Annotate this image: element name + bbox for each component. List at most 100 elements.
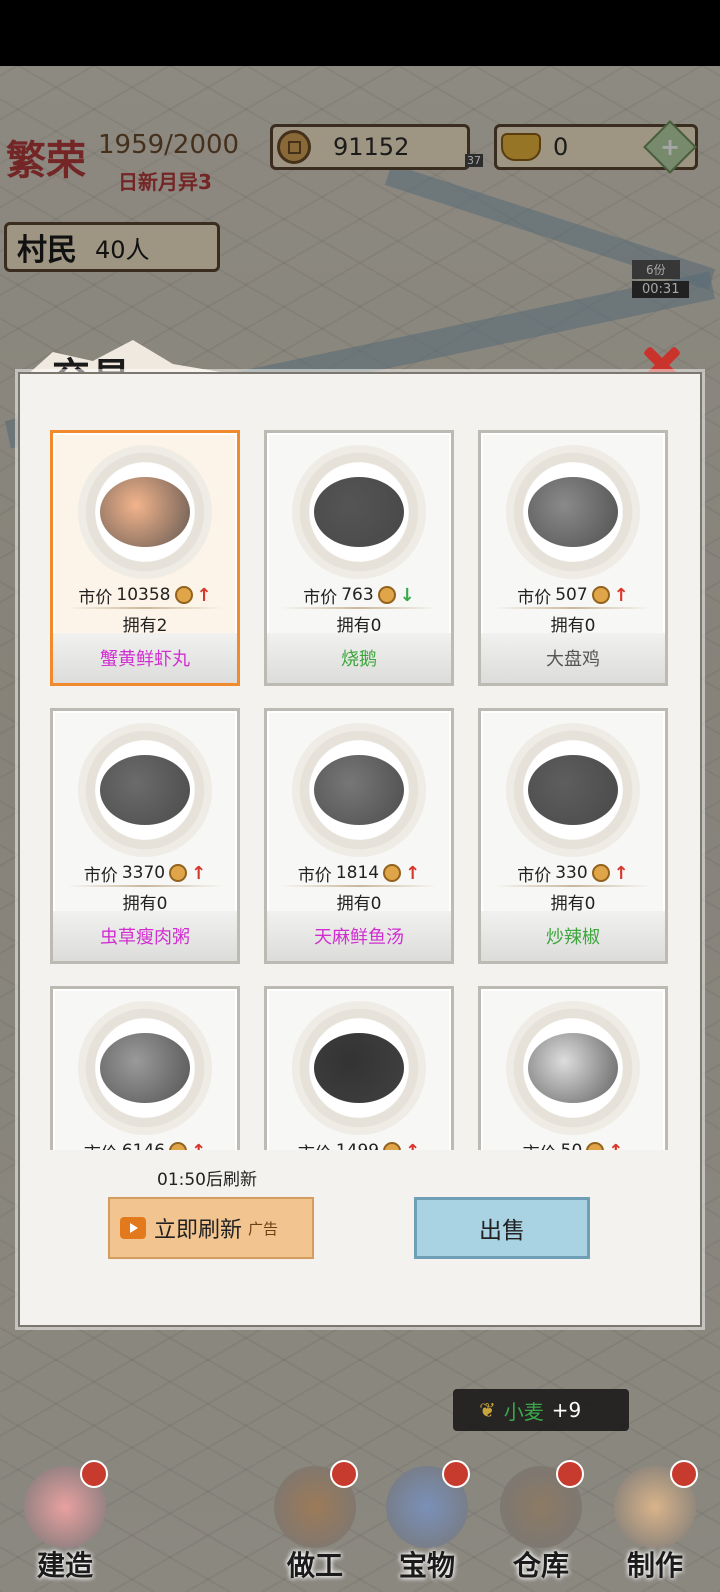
price-value: 10358	[116, 585, 171, 605]
coin-icon	[383, 1142, 402, 1150]
notification-badge	[442, 1460, 470, 1488]
item-name: 蟹黄鲜虾丸	[53, 633, 237, 683]
trade-dialog: 市价 10358 ↑ 拥有2 蟹黄鲜虾丸 市价 763 ↓ 拥有0 烧鹅 市价 507 ↑ 拥有0 大盘鸡市…	[18, 372, 702, 1327]
dish-image	[506, 1001, 640, 1135]
price-row: 市价 763 ↓	[267, 583, 451, 608]
divider	[67, 885, 223, 887]
nav-work[interactable]: 做工	[260, 1450, 370, 1592]
food-image	[528, 1033, 618, 1103]
wheat-icon: ❦	[479, 1398, 496, 1422]
food-image	[314, 477, 404, 547]
food-image	[314, 1033, 404, 1103]
coin-icon	[169, 1142, 188, 1150]
price-row: 市价 10358 ↑	[53, 583, 237, 608]
food-image	[100, 1033, 190, 1103]
notification-badge	[330, 1460, 358, 1488]
price-row: 市价 6146 ↑	[53, 1139, 237, 1150]
item-grid[interactable]: 市价 10358 ↑ 拥有2 蟹黄鲜虾丸 市价 763 ↓ 拥有0 烧鹅 市价 507 ↑ 拥有0 大盘鸡市…	[50, 430, 674, 1150]
coin-icon	[591, 864, 610, 882]
item-card[interactable]: 市价 10358 ↑ 拥有2 蟹黄鲜虾丸	[50, 430, 240, 686]
price-label: 市价	[303, 587, 338, 608]
coin-icon	[383, 864, 402, 882]
dish-image	[292, 723, 426, 857]
item-name: 大盘鸡	[481, 633, 665, 683]
up-arrow-icon: ↑	[405, 1141, 420, 1151]
up-arrow-icon: ↑	[191, 862, 207, 884]
nav-label: 宝物	[398, 1549, 455, 1582]
price-label: 市价	[78, 587, 113, 608]
price-label: 市价	[298, 1139, 332, 1151]
food-image	[100, 477, 190, 547]
nav-label: 制作	[626, 1549, 683, 1582]
item-card[interactable]: 市价 50 ↑	[478, 986, 668, 1150]
divider	[495, 885, 651, 887]
price-value: 50	[561, 1141, 583, 1150]
nav-treasure[interactable]: 宝物	[372, 1450, 482, 1592]
item-card[interactable]: 市价 6146 ↑	[50, 986, 240, 1150]
divider	[281, 607, 437, 609]
price-value: 6146	[122, 1141, 165, 1150]
item-card[interactable]: 市价 1499 ↑	[264, 986, 454, 1150]
video-ad-icon	[120, 1217, 146, 1239]
up-arrow-icon: ↑	[613, 584, 629, 606]
price-row: 市价 1814 ↑	[267, 861, 451, 886]
item-card[interactable]: 市价 1814 ↑ 拥有0 天麻鲜鱼汤	[264, 708, 454, 964]
price-label: 市价	[84, 1139, 118, 1151]
item-card[interactable]: 市价 763 ↓ 拥有0 烧鹅	[264, 430, 454, 686]
status-bar	[0, 0, 720, 66]
toast-amount: +9	[551, 1398, 582, 1422]
coin-icon	[591, 586, 610, 604]
coin-icon	[174, 586, 193, 604]
price-row: 市价 3370 ↑	[53, 861, 237, 886]
coin-icon	[169, 864, 188, 882]
sell-button[interactable]: 出售	[414, 1197, 590, 1259]
price-row: 市价 1499 ↑	[267, 1139, 451, 1150]
food-image	[314, 755, 404, 825]
food-image	[100, 755, 190, 825]
item-name: 烧鹅	[267, 633, 451, 683]
notification-badge	[556, 1460, 584, 1488]
item-card[interactable]: 市价 3370 ↑ 拥有0 虫草瘦肉粥	[50, 708, 240, 964]
bottom-nav: 建造 做工 宝物 仓库 制作	[0, 1450, 720, 1592]
coin-icon	[377, 586, 396, 604]
item-name: 虫草瘦肉粥	[53, 911, 237, 961]
divider	[495, 607, 651, 609]
coin-icon	[586, 1142, 605, 1150]
dish-image	[292, 1001, 426, 1135]
notification-badge	[80, 1460, 108, 1488]
price-label: 市价	[83, 865, 118, 886]
price-row: 市价 507 ↑	[481, 583, 665, 608]
nav-build[interactable]: 建造	[10, 1450, 120, 1592]
price-label: 市价	[297, 865, 332, 886]
nav-craft[interactable]: 制作	[600, 1450, 710, 1592]
price-value: 1499	[336, 1141, 379, 1150]
up-arrow-icon: ↑	[608, 1141, 623, 1151]
item-name: 天麻鲜鱼汤	[267, 911, 451, 961]
divider	[67, 607, 223, 609]
harvest-toast: ❦ 小麦 +9	[453, 1389, 629, 1431]
dish-image	[292, 445, 426, 579]
food-image	[528, 755, 618, 825]
down-arrow-icon: ↓	[399, 584, 415, 606]
nav-label: 做工	[286, 1549, 343, 1582]
divider	[281, 885, 437, 887]
price-value: 763	[341, 585, 374, 605]
nav-warehouse[interactable]: 仓库	[486, 1450, 596, 1592]
dish-image	[506, 445, 640, 579]
toast-item: 小麦	[503, 1399, 544, 1424]
refresh-now-button[interactable]: 立即刷新 广告	[108, 1197, 314, 1259]
item-card[interactable]: 市价 330 ↑ 拥有0 炒辣椒	[478, 708, 668, 964]
price-label: 市价	[523, 1139, 557, 1151]
notification-badge	[670, 1460, 698, 1488]
dish-image	[506, 723, 640, 857]
price-label: 市价	[517, 865, 552, 886]
item-card[interactable]: 市价 507 ↑ 拥有0 大盘鸡	[478, 430, 668, 686]
price-value: 330	[555, 863, 588, 883]
ad-label: 广告	[248, 1219, 279, 1238]
price-row: 市价 50 ↑	[481, 1139, 665, 1150]
price-value: 1814	[335, 863, 380, 883]
dish-image	[78, 723, 212, 857]
dish-image	[78, 445, 212, 579]
price-label: 市价	[517, 587, 552, 608]
dish-image	[78, 1001, 212, 1135]
